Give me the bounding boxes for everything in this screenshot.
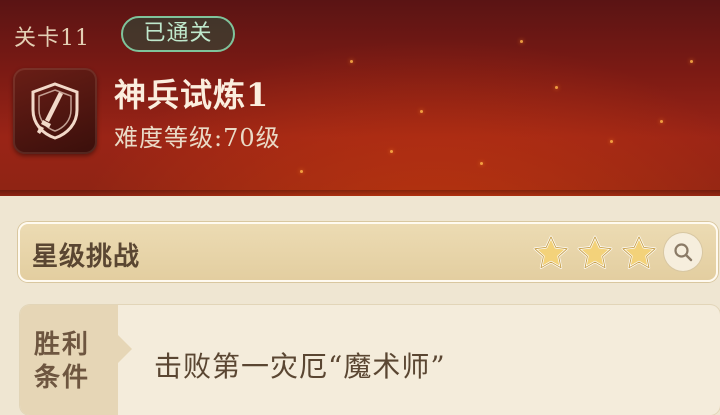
ember-particle (610, 140, 613, 143)
victory-condition-label: 胜利条件 (34, 330, 91, 393)
ember-particle (480, 162, 483, 165)
star-challenge-title: 星级挑战 (32, 242, 141, 272)
stage-header: 关卡11 已通关 神兵试炼1 难度等级:70级 (0, 0, 720, 196)
stage-name: 神兵试炼1 (114, 76, 270, 114)
star-challenge-bar[interactable]: 星级挑战 (18, 222, 718, 282)
star-icon (621, 235, 657, 269)
search-icon (674, 243, 693, 262)
star-icon (577, 235, 613, 269)
victory-condition-text: 击败第一灾厄“魔术师” (154, 350, 446, 383)
level-label: 关卡11 (14, 26, 90, 51)
ember-particle (420, 110, 423, 113)
ember-particle (660, 120, 663, 123)
ember-particle (390, 150, 393, 153)
victory-condition-tag: 胜利条件 (20, 305, 132, 415)
cleared-badge: 已通关 (121, 16, 235, 52)
ember-particle (690, 60, 693, 63)
ember-particle (555, 86, 558, 89)
difficulty-level: 难度等级:70级 (114, 124, 281, 152)
search-button[interactable] (664, 233, 702, 271)
star-icon (533, 235, 569, 269)
ember-particle (300, 170, 303, 173)
victory-condition-panel: 胜利条件 击败第一灾厄“魔术师” (20, 305, 720, 415)
ember-particle (520, 40, 523, 43)
ember-particle (350, 60, 353, 63)
stage-icon-frame (13, 68, 97, 154)
shield-sword-icon (31, 82, 79, 140)
